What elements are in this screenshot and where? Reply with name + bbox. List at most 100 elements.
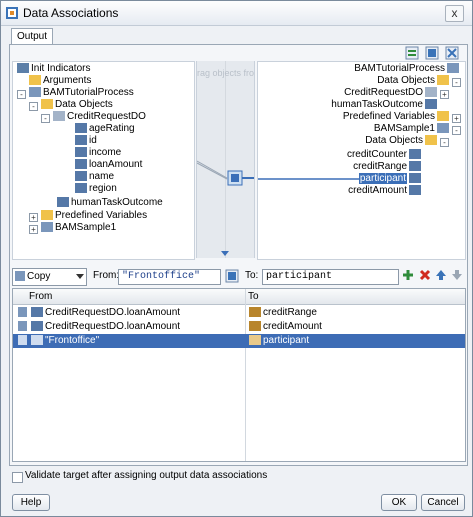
target-tree[interactable]: BAMTutorialProcess Data Objects - Credit… bbox=[257, 61, 466, 260]
tree-node[interactable]: CreditRequestDO bbox=[344, 87, 439, 99]
collapse-toggle[interactable]: - bbox=[452, 78, 461, 87]
tree-node[interactable]: BAMTutorialProcess bbox=[354, 63, 461, 75]
validate-label: Validate target after assigning output d… bbox=[25, 470, 268, 481]
tree-node-selected[interactable]: participant bbox=[358, 173, 423, 185]
to-field[interactable]: participant bbox=[262, 269, 399, 285]
string-type-icon bbox=[75, 123, 87, 134]
expand-toggle[interactable]: + bbox=[29, 225, 38, 234]
tree-node[interactable]: Predefined Variables bbox=[39, 210, 147, 222]
string-type-icon bbox=[249, 335, 261, 346]
object-icon bbox=[53, 111, 65, 122]
process-icon bbox=[447, 63, 459, 74]
folder-icon bbox=[41, 99, 53, 110]
from-field[interactable]: "Frontoffice" bbox=[118, 269, 221, 285]
close-icon: x bbox=[451, 6, 458, 20]
title-bar: Data Associations x bbox=[1, 1, 472, 26]
copy-icon bbox=[18, 321, 27, 332]
folder-icon bbox=[425, 135, 437, 146]
tree-node[interactable]: id bbox=[73, 135, 97, 147]
string-type-icon bbox=[425, 99, 437, 110]
help-button[interactable]: Help bbox=[12, 494, 50, 511]
tab-output[interactable]: Output bbox=[11, 28, 53, 45]
folder-icon bbox=[41, 210, 53, 221]
expression-builder-icon[interactable] bbox=[225, 269, 239, 283]
collapse-toggle[interactable]: - bbox=[41, 114, 50, 123]
copy-icon bbox=[18, 335, 27, 346]
source-tree[interactable]: Init Indicators Arguments - BAMTutorialP… bbox=[12, 61, 195, 260]
validate-checkbox[interactable] bbox=[12, 472, 23, 483]
tree-node[interactable]: Data Objects bbox=[39, 99, 113, 111]
tree-node[interactable]: BAMSample1 bbox=[374, 123, 451, 135]
tree-node[interactable]: region bbox=[73, 183, 117, 195]
table-row[interactable]: CreditRequestDO.loanAmount creditRange bbox=[13, 306, 465, 320]
auto-map-icon[interactable] bbox=[405, 46, 419, 60]
tree-node[interactable]: humanTaskOutcome bbox=[331, 99, 439, 111]
folder-icon bbox=[437, 75, 449, 86]
tree-node[interactable]: CreditRequestDO bbox=[51, 111, 146, 123]
operation-dropdown[interactable]: Copy bbox=[12, 268, 87, 286]
move-up-icon[interactable] bbox=[435, 269, 447, 281]
collapse-toggle[interactable]: - bbox=[440, 138, 449, 147]
xsl-icon[interactable] bbox=[445, 46, 459, 60]
tree-node[interactable]: Data Objects bbox=[377, 75, 451, 87]
indicator-icon bbox=[17, 63, 29, 74]
tree-node[interactable]: BAMSample1 bbox=[39, 222, 116, 234]
process-icon bbox=[41, 222, 53, 233]
move-down-icon[interactable] bbox=[451, 269, 463, 281]
int-type-icon bbox=[75, 159, 87, 170]
cancel-button[interactable]: Cancel bbox=[421, 494, 465, 511]
int-type-icon bbox=[409, 185, 421, 196]
string-type-icon bbox=[57, 197, 69, 208]
table-row[interactable]: CreditRequestDO.loanAmount creditAmount bbox=[13, 320, 465, 334]
copy-icon bbox=[15, 271, 25, 282]
collapse-toggle[interactable]: - bbox=[29, 102, 38, 111]
tree-node[interactable]: Arguments bbox=[27, 75, 91, 87]
folder-icon bbox=[437, 111, 449, 122]
tree-node[interactable]: creditCounter bbox=[347, 149, 423, 161]
close-button[interactable]: x bbox=[445, 5, 464, 22]
table-header: From To bbox=[13, 289, 465, 305]
expand-toggle[interactable]: + bbox=[29, 213, 38, 222]
process-icon bbox=[437, 123, 449, 134]
string-type-icon bbox=[31, 335, 43, 346]
collapse-toggle[interactable]: - bbox=[17, 90, 26, 99]
int-type-icon bbox=[409, 149, 421, 160]
tree-node[interactable]: Data Objects bbox=[365, 135, 439, 147]
table-row-selected[interactable]: "Frontoffice" participant bbox=[13, 334, 465, 348]
tree-node[interactable]: creditRange bbox=[353, 161, 423, 173]
tree-node[interactable]: ageRating bbox=[73, 123, 135, 135]
int-type-icon bbox=[31, 321, 43, 332]
folder-icon bbox=[29, 75, 41, 86]
add-icon[interactable] bbox=[402, 269, 414, 281]
string-type-icon bbox=[75, 183, 87, 194]
int-type-icon bbox=[249, 321, 261, 332]
int-type-icon bbox=[409, 161, 421, 172]
int-type-icon bbox=[75, 147, 87, 158]
tree-node[interactable]: BAMTutorialProcess bbox=[27, 87, 134, 99]
tree-node[interactable]: income bbox=[73, 147, 121, 159]
column-header-to[interactable]: To bbox=[248, 289, 259, 303]
tree-node[interactable]: loanAmount bbox=[73, 159, 142, 171]
chevron-down-icon bbox=[76, 274, 84, 279]
data-associations-dialog: Data Associations x Output Init Indicato… bbox=[0, 0, 473, 517]
mapping-lines bbox=[197, 160, 254, 186]
expand-toggle[interactable]: + bbox=[440, 90, 449, 99]
tree-node[interactable]: creditAmount bbox=[348, 185, 423, 197]
expand-toggle[interactable]: + bbox=[452, 114, 461, 123]
ok-button[interactable]: OK bbox=[381, 494, 417, 511]
associations-table[interactable]: From To CreditRequestDO.loanAmount credi… bbox=[12, 288, 466, 462]
int-type-icon bbox=[31, 307, 43, 318]
tree-node[interactable]: Predefined Variables bbox=[343, 111, 451, 123]
column-header-from[interactable]: From bbox=[29, 289, 52, 303]
delete-icon[interactable] bbox=[419, 269, 431, 281]
app-icon bbox=[6, 7, 18, 19]
expression-icon[interactable] bbox=[425, 46, 439, 60]
tree-node[interactable]: name bbox=[73, 171, 114, 183]
process-icon bbox=[29, 87, 41, 98]
from-label: From: bbox=[93, 270, 120, 281]
tree-node[interactable]: humanTaskOutcome bbox=[55, 197, 163, 209]
splitter-arrow-icon[interactable] bbox=[221, 251, 229, 256]
mapping-canvas[interactable]: rag objects fro bbox=[196, 61, 255, 258]
collapse-toggle[interactable]: - bbox=[452, 126, 461, 135]
tree-node[interactable]: Init Indicators bbox=[15, 63, 90, 75]
